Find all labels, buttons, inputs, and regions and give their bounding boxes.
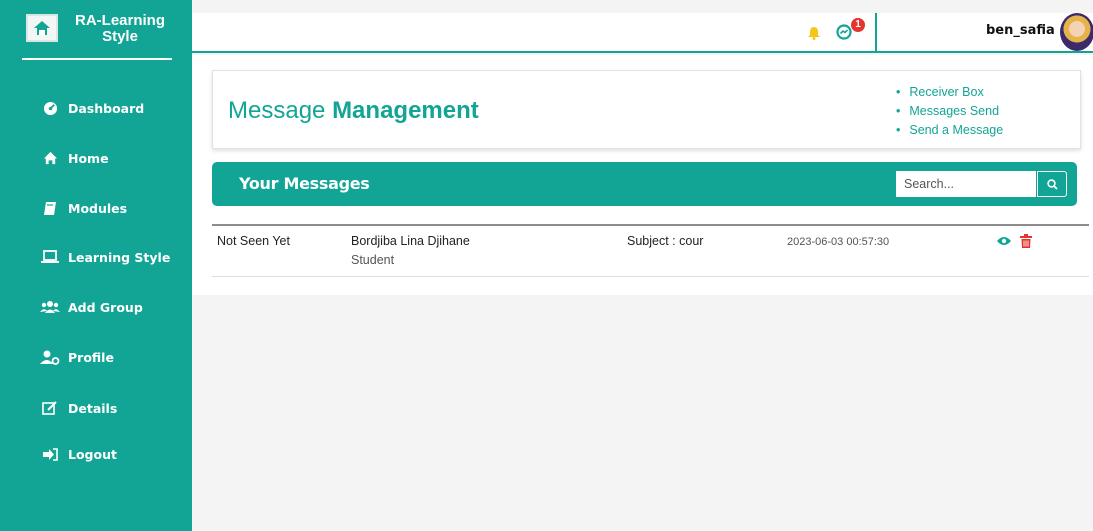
search-button[interactable] [1037, 171, 1067, 197]
sidebar-item-dashboard[interactable]: Dashboard [40, 96, 144, 120]
bell-icon[interactable] [808, 26, 820, 45]
edit-icon [40, 400, 60, 416]
sender-name: Bordjiba Lina Djihane [351, 234, 470, 248]
message-status: Not Seen Yet [217, 234, 290, 248]
brand-name: RA-Learning Style [75, 12, 165, 45]
page-title-regular: Message [228, 97, 326, 124]
sidebar-item-label: Details [68, 400, 118, 416]
laptop-icon [40, 249, 60, 265]
sidebar-item-details[interactable]: Details [40, 396, 117, 420]
delete-icon[interactable] [1020, 234, 1032, 253]
send-message-link[interactable]: Send a Message [896, 121, 1003, 140]
dashboard-icon [40, 100, 60, 116]
avatar[interactable] [1060, 13, 1093, 51]
view-icon[interactable] [996, 234, 1012, 252]
sidebar-item-logout[interactable]: Logout [40, 442, 117, 466]
sidebar-item-home[interactable]: Home [40, 146, 109, 170]
sidebar-item-label: Dashboard [68, 100, 145, 116]
table-row: Not Seen Yet Bordjiba Lina Djihane Stude… [212, 224, 1089, 277]
username[interactable]: ben_safia [986, 23, 1055, 38]
user-cog-icon [40, 349, 60, 365]
messages-send-link[interactable]: Messages Send [896, 102, 1003, 121]
book-icon [40, 200, 60, 216]
sidebar-item-label: Home [68, 150, 109, 166]
sidebar-item-add-group[interactable]: Add Group [40, 295, 143, 319]
messenger-icon[interactable] [836, 24, 852, 45]
search-input[interactable] [896, 171, 1036, 197]
sidebar-item-modules[interactable]: Modules [40, 196, 127, 220]
page-title-bold: Management [332, 97, 479, 124]
sidebar-item-profile[interactable]: Profile [40, 345, 114, 369]
sidebar-item-label: Modules [68, 200, 128, 216]
sidebar-item-label: Add Group [68, 299, 143, 315]
sidebar-item-learning-style[interactable]: Learning Style [40, 245, 170, 269]
page-header-card: Message Management Receiver Box Messages… [212, 70, 1081, 149]
messages-header-bar: Your Messages [212, 162, 1077, 206]
users-icon [40, 299, 60, 315]
main-content: Message Management Receiver Box Messages… [192, 55, 1093, 295]
message-date: 2023-06-03 00:57:30 [787, 236, 890, 248]
sidebar: RA-Learning Style Dashboard Home Modules… [0, 0, 192, 531]
logout-icon [40, 446, 60, 462]
home-icon [40, 150, 60, 166]
top-navbar: 1 ben_safia [192, 13, 1093, 53]
page-title: Message Management [228, 97, 479, 125]
message-count-badge: 1 [851, 18, 865, 32]
sidebar-item-label: Learning Style [68, 249, 171, 265]
receiver-box-link[interactable]: Receiver Box [896, 83, 1003, 102]
brand[interactable]: RA-Learning Style [22, 10, 172, 60]
search-icon [1046, 178, 1058, 190]
navbar-divider [875, 13, 877, 51]
message-links: Receiver Box Messages Send Send a Messag… [896, 83, 1003, 140]
sidebar-item-label: Profile [68, 349, 114, 365]
messages-title: Your Messages [239, 174, 370, 193]
message-subject: Subject : cour [627, 234, 704, 248]
sender-role: Student [351, 253, 395, 267]
laptop-logo-icon [26, 14, 58, 42]
sidebar-item-label: Logout [68, 446, 117, 462]
